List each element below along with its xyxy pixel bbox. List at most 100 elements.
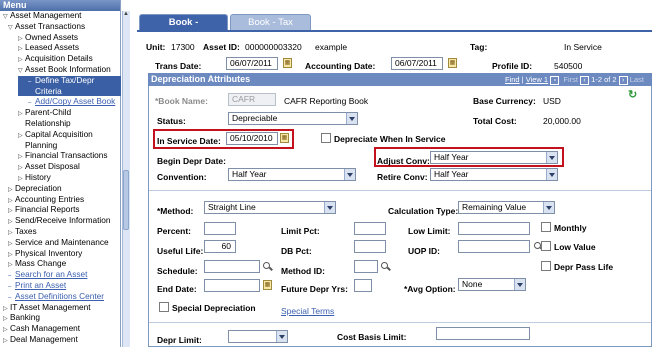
chevron-down-icon [543, 202, 554, 213]
convention-select[interactable]: Half Year [228, 168, 356, 181]
depr-pass-life-label: Depr Pass Life [554, 262, 614, 272]
future-depr-yrs-input[interactable] [354, 279, 372, 292]
menu-item-label: Asset Book Information [25, 64, 111, 74]
profile-id-value: 540500 [554, 61, 583, 71]
monthly-checkbox[interactable] [541, 222, 551, 232]
retire-conv-label: Retire Conv: [377, 172, 428, 182]
adjust-conv-select[interactable]: Half Year [430, 151, 558, 164]
useful-life-label: Useful Life: [157, 246, 204, 256]
calculation-type-select-value: Remaining Value [462, 202, 527, 212]
convention-label: Convention: [157, 172, 207, 182]
status-select[interactable]: Depreciable [228, 112, 358, 125]
trans-date-input[interactable]: 06/07/2011 [226, 57, 278, 70]
triangle-right-icon: ▷ [8, 230, 13, 236]
retire-conv-select[interactable]: Half Year [430, 168, 558, 181]
depr-limit-select[interactable] [228, 330, 288, 343]
menu-item-label: IT Asset Management [10, 301, 91, 312]
menu-item[interactable]: Criteria [18, 85, 121, 96]
cost-basis-limit-input[interactable] [436, 327, 530, 340]
special-depreciation-checkbox[interactable] [159, 302, 169, 312]
chevron-down-icon [324, 202, 335, 213]
avg-option-select-value: None [462, 279, 483, 289]
menu-item-label: Search for an Asset [15, 269, 88, 280]
calendar-icon[interactable]: ▦ [448, 58, 457, 68]
view-all-icon[interactable]: ▫ [550, 75, 560, 85]
asset-id-value: 000000003320 [245, 42, 302, 52]
panel-navigation: Find | View 1 ▫ First ‹ 1-2 of 2 › Last [505, 75, 644, 85]
previous-arrow-icon[interactable]: ‹ [580, 75, 590, 85]
in-service-date-input[interactable]: 05/10/2010 [226, 132, 278, 145]
triangle-right-icon: ▷ [3, 305, 8, 312]
first-link[interactable]: First [563, 75, 578, 84]
search-icon[interactable] [263, 262, 272, 271]
low-limit-input[interactable] [458, 222, 530, 235]
calendar-icon[interactable]: ▦ [280, 133, 289, 143]
total-cost-label: Total Cost: [473, 116, 517, 126]
depreciate-when-in-service-checkbox[interactable] [321, 133, 331, 143]
menu-item-label: Service and Maintenance [15, 236, 109, 247]
avg-option-label: *Avg Option: [404, 284, 456, 294]
method-select[interactable]: Straight Line [204, 201, 336, 214]
menu-item-label: Physical Inventory [15, 247, 83, 258]
percent-input[interactable] [204, 222, 236, 235]
triangle-right-icon: ▷ [18, 46, 23, 53]
tab-book-depreciation[interactable]: Book - Depreciation [139, 14, 228, 44]
chevron-down-icon [546, 169, 557, 180]
scroll-up-arrow-icon[interactable]: ▲ [123, 11, 129, 18]
method-id-label: Method ID: [281, 266, 325, 276]
db-pct-input[interactable] [354, 240, 386, 253]
method-select-value: Straight Line [208, 202, 256, 212]
book-name-input: CAFR [228, 93, 276, 106]
tab-underline [137, 30, 652, 32]
next-arrow-icon[interactable]: › [618, 75, 628, 85]
menu-item-label: Asset Transactions [15, 20, 86, 31]
limit-pct-input[interactable] [354, 222, 386, 235]
find-link[interactable]: Find [505, 75, 520, 84]
limit-pct-label: Limit Pct: [281, 226, 320, 236]
menu-item-label: Criteria [35, 85, 62, 96]
avg-option-select[interactable]: None [458, 278, 526, 291]
calendar-icon[interactable]: ▦ [283, 58, 292, 68]
triangle-right-icon: ▷ [8, 219, 13, 226]
menu-item-label: Relationship [25, 118, 71, 128]
end-date-input[interactable] [204, 279, 260, 292]
menu-item-label: Leased Assets [25, 42, 79, 53]
base-currency-value: USD [543, 96, 561, 106]
triangle-right-icon: ▷ [8, 186, 13, 193]
retire-conv-select-value: Half Year [434, 169, 469, 179]
monthly-label: Monthly [554, 223, 587, 233]
menu-scrollbar-thumb[interactable] [123, 170, 129, 230]
db-pct-label: DB Pct: [281, 246, 312, 256]
calendar-icon[interactable]: ▦ [263, 280, 272, 290]
refresh-icon[interactable]: ↻ [628, 90, 638, 101]
view-1-link[interactable]: View 1 [526, 75, 548, 84]
status-select-value: Depreciable [232, 113, 278, 123]
unit-label: Unit: [146, 42, 166, 52]
menu-item-label: Deal Management [10, 334, 78, 344]
depr-pass-life-checkbox[interactable] [541, 261, 551, 271]
chevron-down-icon [344, 169, 355, 180]
low-limit-label: Low Limit: [408, 226, 451, 236]
triangle-right-icon: ▷ [3, 338, 8, 344]
menu-item[interactable]: – Define Tax/Depr [18, 75, 121, 87]
search-icon[interactable] [381, 262, 390, 271]
menu-item[interactable]: Relationship [18, 119, 71, 128]
base-currency-label: Base Currency: [473, 96, 536, 106]
useful-life-input[interactable]: 60 [204, 240, 236, 253]
accounting-date-input[interactable]: 06/07/2011 [391, 57, 443, 70]
menu-item[interactable]: Planning [18, 140, 57, 150]
low-value-checkbox[interactable] [541, 241, 551, 251]
calculation-type-select[interactable]: Remaining Value [458, 201, 555, 214]
special-terms-link[interactable]: Special Terms [281, 306, 334, 316]
section-divider [149, 322, 651, 323]
tab-book-tax[interactable]: Book - Tax [230, 14, 311, 30]
menu-item-label: Accounting Entries [15, 193, 85, 204]
menu-item-label: Financial Transactions [25, 150, 108, 161]
menu-item-label: Asset Disposal [25, 161, 80, 172]
method-id-input[interactable] [354, 260, 378, 273]
menu-item-label: Asset Definitions Center [15, 290, 105, 301]
future-depr-yrs-label: Future Depr Yrs: [281, 284, 348, 294]
uop-id-input[interactable] [458, 240, 530, 253]
schedule-input[interactable] [204, 260, 260, 273]
last-link[interactable]: Last [630, 75, 644, 84]
